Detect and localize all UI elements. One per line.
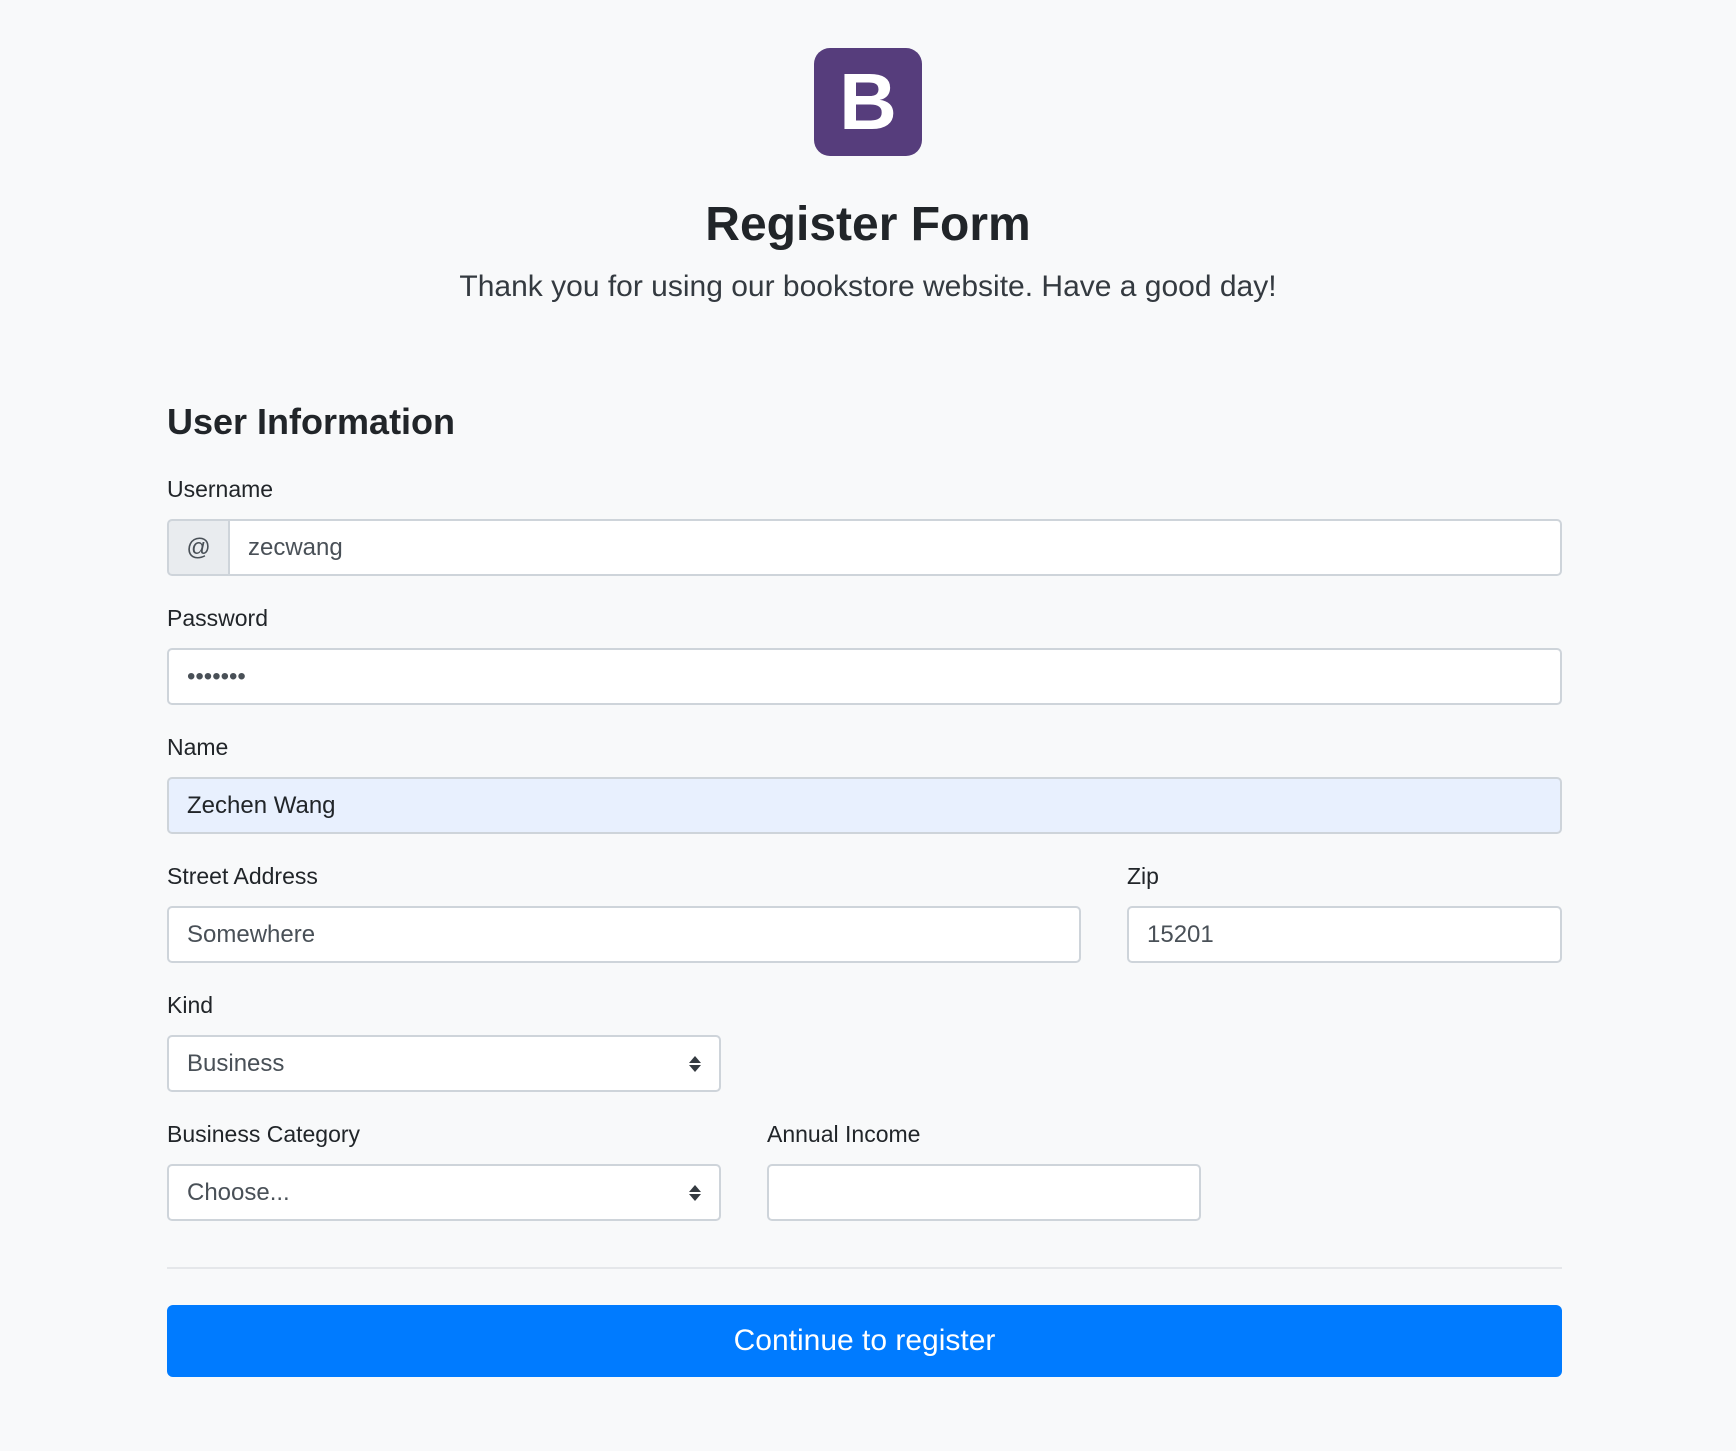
at-sign-addon: @ bbox=[167, 519, 228, 576]
business-category-select[interactable]: Choose... bbox=[167, 1164, 721, 1221]
street-address-label: Street Address bbox=[167, 863, 318, 889]
street-address-group: Street Address Somewhere bbox=[167, 863, 1081, 963]
user-information-form: User Information Username @ zecwang Pass… bbox=[167, 400, 1562, 1377]
name-label: Name bbox=[167, 734, 229, 760]
select-arrows-icon bbox=[689, 1184, 701, 1201]
street-address-input[interactable]: Somewhere bbox=[167, 906, 1081, 963]
name-input[interactable]: Zechen Wang bbox=[167, 777, 1562, 834]
zip-label: Zip bbox=[1127, 863, 1159, 889]
password-group: Password ••••••• bbox=[167, 605, 1562, 705]
logo-letter: B bbox=[839, 57, 897, 146]
business-category-label: Business Category bbox=[167, 1121, 361, 1147]
business-category-group: Business Category Choose... bbox=[167, 1121, 721, 1221]
business-category-selected-value: Choose... bbox=[187, 1178, 290, 1206]
kind-group: Kind Business bbox=[167, 992, 721, 1092]
username-label: Username bbox=[167, 476, 274, 502]
kind-selected-value: Business bbox=[187, 1049, 285, 1077]
form-divider bbox=[167, 1267, 1562, 1269]
username-input[interactable]: zecwang bbox=[228, 519, 1562, 576]
password-label: Password bbox=[167, 605, 268, 631]
zip-input[interactable]: 15201 bbox=[1127, 906, 1562, 963]
continue-to-register-button[interactable]: Continue to register bbox=[167, 1305, 1562, 1377]
annual-income-label: Annual Income bbox=[767, 1121, 921, 1147]
zip-group: Zip 15201 bbox=[1127, 863, 1562, 963]
page-subtitle: Thank you for using our bookstore websit… bbox=[459, 269, 1277, 303]
username-group: Username @ zecwang bbox=[167, 476, 1562, 576]
page-header: B Register Form Thank you for using our … bbox=[0, 0, 1736, 304]
password-input[interactable]: ••••••• bbox=[167, 648, 1562, 705]
annual-income-input[interactable] bbox=[767, 1164, 1201, 1221]
select-arrows-icon bbox=[689, 1055, 701, 1072]
register-page: B Register Form Thank you for using our … bbox=[0, 0, 1736, 1451]
annual-income-group: Annual Income bbox=[767, 1121, 1201, 1221]
username-input-group: @ zecwang bbox=[167, 519, 1562, 576]
name-group: Name Zechen Wang bbox=[167, 734, 1562, 834]
kind-select[interactable]: Business bbox=[167, 1035, 721, 1092]
section-title: User Information bbox=[167, 401, 456, 442]
bootstrap-logo-icon: B bbox=[814, 48, 922, 156]
page-title: Register Form bbox=[705, 198, 1031, 251]
kind-label: Kind bbox=[167, 992, 214, 1018]
